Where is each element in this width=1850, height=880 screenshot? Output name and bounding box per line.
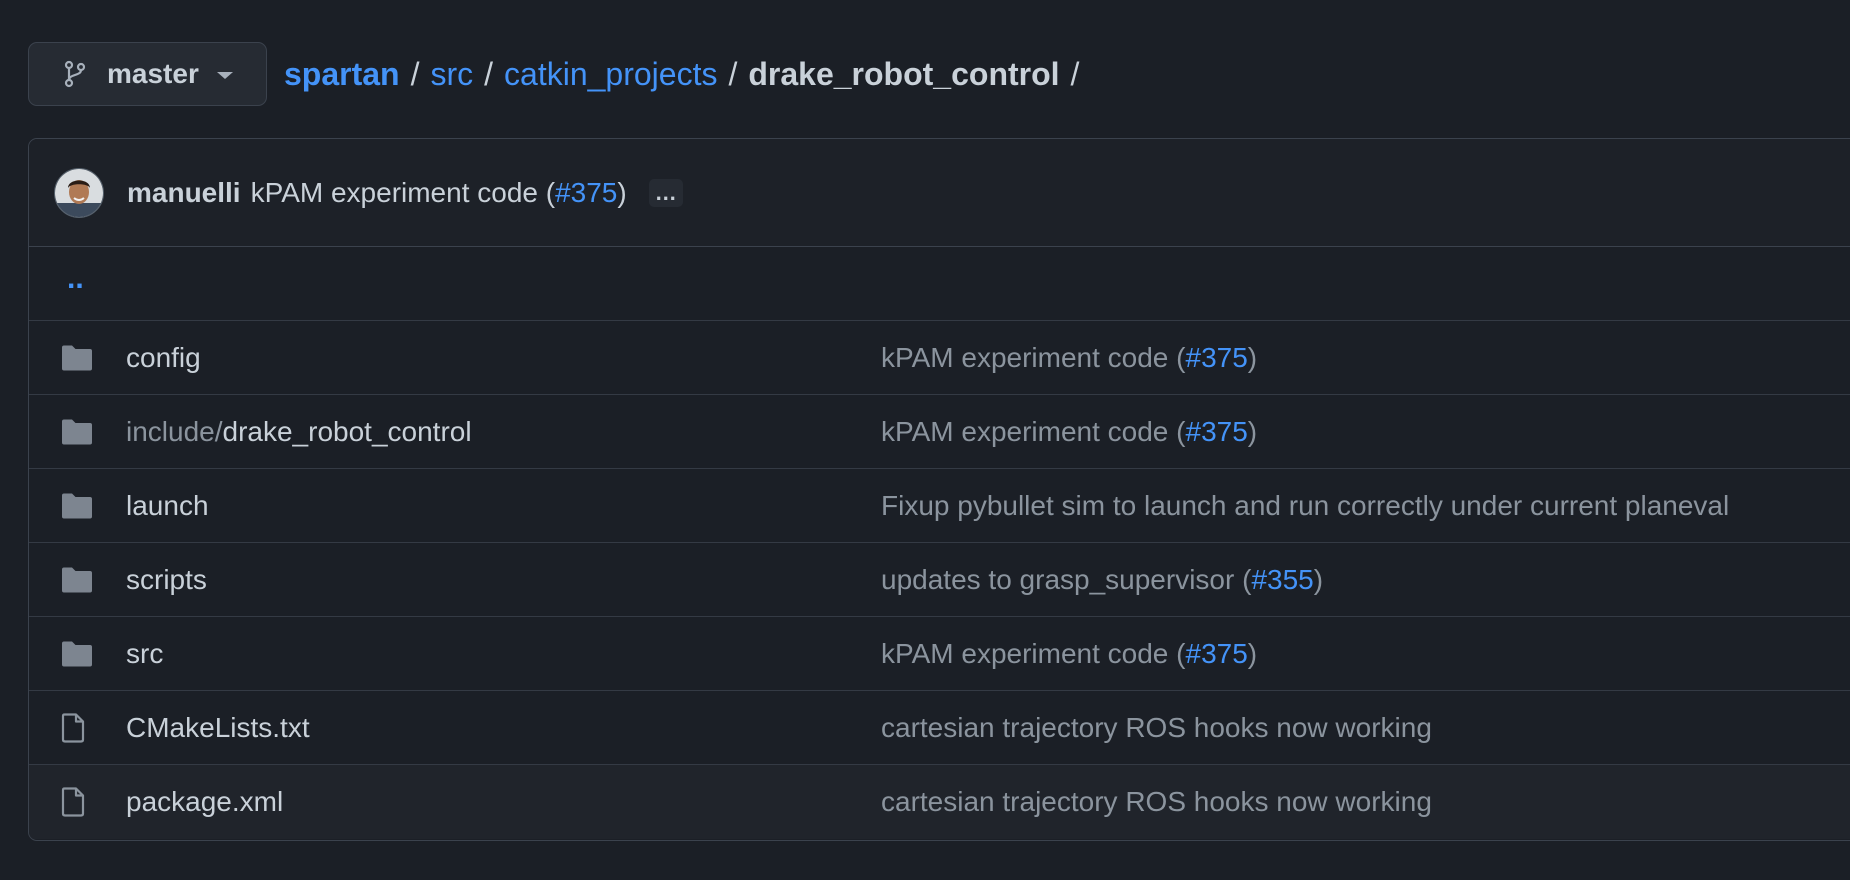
folder-icon <box>62 419 92 444</box>
folder-name-link[interactable]: launch <box>126 490 209 522</box>
branch-selector-button[interactable]: master <box>28 42 267 106</box>
folder-name-link[interactable]: config <box>126 342 201 374</box>
folder-icon <box>62 493 92 518</box>
entry-name: scripts <box>126 563 207 595</box>
commit-pr-link[interactable]: #355 <box>1251 564 1313 595</box>
last-commit-message[interactable]: Fixup pybullet sim to launch and run cor… <box>881 490 1729 522</box>
file-icon <box>61 787 85 817</box>
breadcrumb-catkin-projects-link[interactable]: catkin_projects <box>504 56 717 93</box>
last-commit-message-text[interactable]: kPAM experiment code <box>881 342 1168 373</box>
folder-icon <box>62 641 92 666</box>
last-commit-message[interactable]: kPAM experiment code (#375) <box>881 342 1257 374</box>
last-commit-message[interactable]: kPAM experiment code (#375) <box>881 416 1257 448</box>
last-commit-message-text[interactable]: Fixup pybullet sim to launch and run cor… <box>881 490 1729 521</box>
last-commit-message[interactable]: cartesian trajectory ROS hooks now worki… <box>881 786 1432 818</box>
repo-header: master spartan / src / catkin_projects /… <box>28 42 1090 106</box>
breadcrumb: spartan / src / catkin_projects / drake_… <box>284 56 1090 93</box>
breadcrumb-repo-link[interactable]: spartan <box>284 56 400 93</box>
last-commit-message-text[interactable]: kPAM experiment code <box>881 416 1168 447</box>
commit-message-text[interactable]: kPAM experiment code <box>251 177 538 208</box>
commit-pr-link[interactable]: #375 <box>1186 416 1248 447</box>
entry-name: package.xml <box>126 786 284 817</box>
latest-commit-header: manuelli kPAM experiment code (#375) … <box>29 139 1850 247</box>
commit-more-button[interactable]: … <box>648 178 683 207</box>
folder-name-link[interactable]: src <box>126 638 163 670</box>
folder-icon <box>62 345 92 370</box>
breadcrumb-separator: / <box>1070 55 1080 92</box>
parent-directory-link[interactable]: .. <box>67 262 84 296</box>
file-row[interactable]: scripts updates to grasp_supervisor (#355… <box>29 543 1850 617</box>
branch-name: master <box>107 58 199 89</box>
parent-directory-row[interactable]: .. <box>29 247 1850 321</box>
commit-message: kPAM experiment code (#375) <box>250 176 627 208</box>
path-prefix: include/ <box>126 415 223 447</box>
file-icon <box>61 712 85 743</box>
file-row[interactable]: package.xml cartesian trajectory ROS hook… <box>29 765 1850 839</box>
folder-name-link[interactable]: scripts <box>126 564 207 596</box>
folder-name-link[interactable]: include/drake_robot_control <box>126 416 472 448</box>
file-row[interactable]: include/drake_robot_control kPAM experime… <box>29 395 1850 469</box>
file-row[interactable]: config kPAM experiment code (#375) <box>29 321 1850 395</box>
last-commit-message[interactable]: kPAM experiment code (#375) <box>881 638 1257 670</box>
avatar[interactable] <box>54 167 104 218</box>
last-commit-message-text[interactable]: updates to grasp_supervisor <box>881 564 1234 595</box>
folder-icon <box>62 567 92 592</box>
entry-name: config <box>126 341 201 373</box>
entry-name: drake_robot_control <box>222 415 472 447</box>
breadcrumb-separator: / <box>484 55 494 92</box>
entry-name: src <box>126 637 164 669</box>
last-commit-message-text[interactable]: kPAM experiment code <box>881 638 1168 669</box>
entry-name: CMakeLists.txt <box>126 711 310 743</box>
breadcrumb-src-link[interactable]: src <box>430 56 473 93</box>
git-branch-icon <box>64 60 86 88</box>
last-commit-message[interactable]: updates to grasp_supervisor (#355) <box>881 564 1323 596</box>
breadcrumb-separator: / <box>728 55 738 92</box>
commit-author-link[interactable]: manuelli <box>127 177 241 209</box>
file-row[interactable]: launch Fixup pybullet sim to launch and r… <box>29 469 1850 543</box>
last-commit-message-text[interactable]: cartesian trajectory ROS hooks now worki… <box>881 712 1432 743</box>
breadcrumb-separator: / <box>410 55 420 92</box>
entry-name: launch <box>126 489 209 521</box>
commit-pr-link[interactable]: #375 <box>555 177 617 208</box>
chevron-down-icon <box>216 72 233 79</box>
file-row[interactable]: src kPAM experiment code (#375) <box>29 617 1850 691</box>
last-commit-message[interactable]: cartesian trajectory ROS hooks now worki… <box>881 712 1432 744</box>
commit-pr-link[interactable]: #375 <box>1186 638 1248 669</box>
commit-pr-link[interactable]: #375 <box>1186 342 1248 373</box>
file-name-link[interactable]: package.xml <box>126 786 283 818</box>
file-row[interactable]: CMakeLists.txt cartesian trajectory ROS h… <box>29 691 1850 765</box>
last-commit-message-text[interactable]: cartesian trajectory ROS hooks now worki… <box>881 786 1432 817</box>
file-name-link[interactable]: CMakeLists.txt <box>126 712 310 744</box>
breadcrumb-current-folder: drake_robot_control <box>748 55 1060 92</box>
file-list-box: manuelli kPAM experiment code (#375) … .… <box>28 138 1850 841</box>
